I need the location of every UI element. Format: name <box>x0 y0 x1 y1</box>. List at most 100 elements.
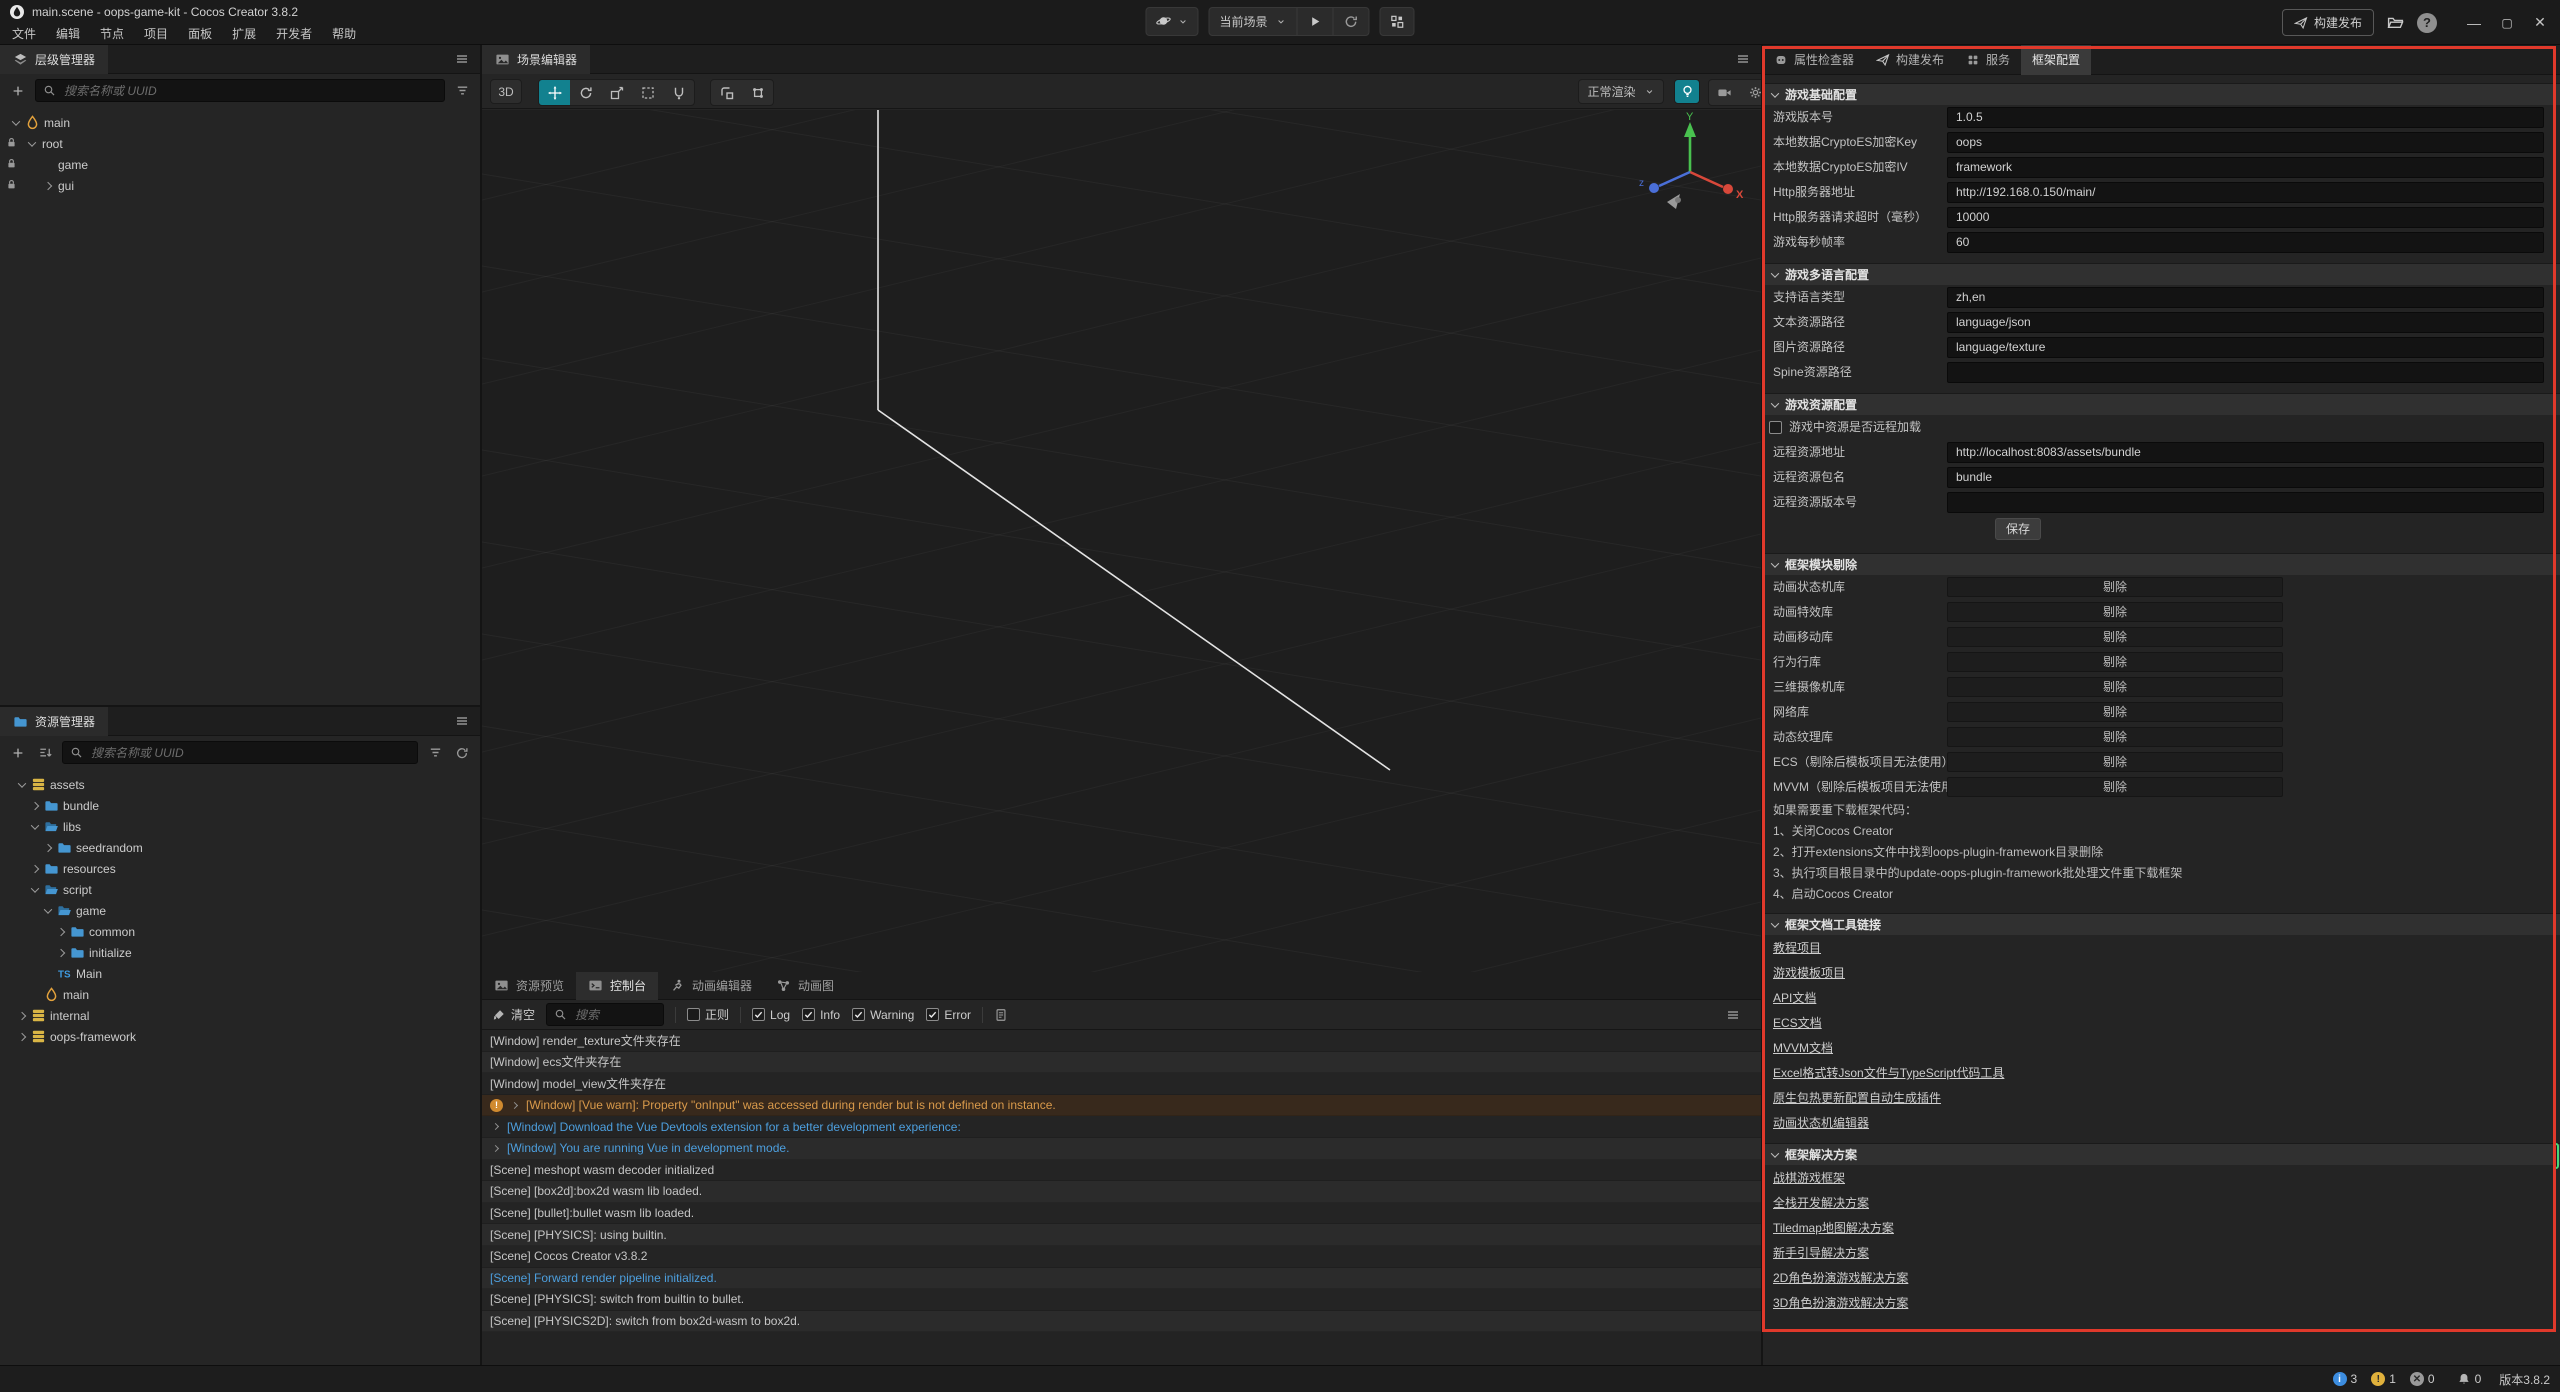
preview-platform-button[interactable] <box>1145 7 1198 36</box>
orientation-gizmo[interactable]: YXz <box>1625 110 1755 230</box>
asset-item-common[interactable]: common <box>0 921 480 942</box>
trim-module-button[interactable]: 剔除 <box>1947 702 2283 722</box>
doc-link[interactable]: 游戏模板项目 <box>1773 964 1845 981</box>
chevron-down-icon[interactable] <box>17 779 25 787</box>
menu-帮助[interactable]: 帮助 <box>322 25 366 42</box>
chevron-right-icon[interactable] <box>30 801 38 809</box>
hierarchy-item-game[interactable]: game <box>0 154 480 175</box>
trim-module-button[interactable]: 剔除 <box>1947 652 2283 672</box>
scene-editor-tab[interactable]: 场景编辑器 <box>482 45 590 74</box>
scene-camera-button[interactable] <box>1709 80 1740 105</box>
transform-tool-button[interactable] <box>663 80 694 105</box>
asset-item-main[interactable]: main <box>0 984 480 1005</box>
hierarchy-item-gui[interactable]: gui <box>0 175 480 196</box>
section-游戏多语言配置[interactable]: 游戏多语言配置 <box>1763 263 2560 285</box>
move-tool-button[interactable] <box>539 80 570 105</box>
asset-item-initialize[interactable]: initialize <box>0 942 480 963</box>
info-count-badge[interactable]: i 3 <box>2333 1372 2358 1386</box>
console-search-input[interactable] <box>573 1007 656 1023</box>
open-folder-icon[interactable] <box>2387 14 2404 31</box>
scene-menu-icon[interactable] <box>1725 51 1761 67</box>
field-value-input[interactable]: bundle <box>1947 467 2544 488</box>
create-node-button[interactable] <box>8 81 28 101</box>
chevron-right-icon[interactable] <box>56 927 64 935</box>
warning-count-badge[interactable]: ! 1 <box>2371 1372 2396 1386</box>
doc-link[interactable]: 新手引导解决方案 <box>1773 1244 1869 1261</box>
hierarchy-item-root[interactable]: root <box>0 133 480 154</box>
field-value-input[interactable] <box>1947 362 2544 383</box>
close-button[interactable]: ✕ <box>2530 14 2550 31</box>
chevron-right-icon[interactable] <box>43 843 51 851</box>
inspector-tab-属性检查器[interactable]: 属性检查器 <box>1763 45 1865 75</box>
field-value-input[interactable]: 60 <box>1947 232 2544 253</box>
expand-chevron-icon[interactable] <box>511 1102 518 1109</box>
hierarchy-search-input[interactable] <box>62 83 437 99</box>
field-value-input[interactable]: 10000 <box>1947 207 2544 228</box>
doc-link[interactable]: 原生包热更新配置自动生成插件 <box>1773 1089 1941 1106</box>
chevron-down-icon[interactable] <box>11 117 19 125</box>
section-游戏基础配置[interactable]: 游戏基础配置 <box>1763 83 2560 105</box>
inspector-tab-构建发布[interactable]: 构建发布 <box>1865 45 1955 75</box>
asset-item-seedrandom[interactable]: seedrandom <box>0 837 480 858</box>
filter-log-checkbox[interactable]: Log <box>752 1008 790 1022</box>
preview-qr-button[interactable] <box>1380 7 1415 36</box>
hierarchy-search[interactable] <box>35 79 445 102</box>
hierarchy-filter-icon[interactable] <box>452 81 472 101</box>
menu-节点[interactable]: 节点 <box>90 25 134 42</box>
console-tab-资源预览[interactable]: 资源预览 <box>482 972 576 1000</box>
notification-badge[interactable]: 0 <box>2457 1372 2482 1386</box>
asset-item-internal[interactable]: internal <box>0 1005 480 1026</box>
field-value-input[interactable]: zh,en <box>1947 287 2544 308</box>
expand-chevron-icon[interactable] <box>492 1123 499 1130</box>
hierarchy-tab[interactable]: 层级管理器 <box>0 45 108 74</box>
console-search[interactable] <box>546 1003 664 1026</box>
menu-文件[interactable]: 文件 <box>2 25 46 42</box>
filter-error-checkbox[interactable]: Error <box>926 1008 971 1022</box>
render-mode-select[interactable]: 正常渲染 <box>1578 79 1664 104</box>
section-框架文档工具链接[interactable]: 框架文档工具链接 <box>1763 913 2560 935</box>
doc-link[interactable]: 教程项目 <box>1773 939 1821 956</box>
minimize-button[interactable]: — <box>2464 15 2484 31</box>
assets-tab[interactable]: 资源管理器 <box>0 707 108 736</box>
console-tab-动画图[interactable]: 动画图 <box>764 972 846 1000</box>
console-menu-icon[interactable] <box>1715 1007 1751 1023</box>
build-publish-button[interactable]: 构建发布 <box>2282 9 2374 36</box>
assets-search-input[interactable] <box>89 745 410 761</box>
rotate-tool-button[interactable] <box>570 80 601 105</box>
clear-console-button[interactable]: 清空 <box>492 1006 535 1023</box>
chevron-down-icon[interactable] <box>27 138 35 146</box>
assets-refresh-icon[interactable] <box>452 743 472 763</box>
doc-link[interactable]: ECS文档 <box>1773 1014 1822 1031</box>
snap-rotate-button[interactable] <box>711 80 742 105</box>
field-value-input[interactable] <box>1947 492 2544 513</box>
inspector-tab-框架配置[interactable]: 框架配置 <box>2021 45 2091 75</box>
scene-viewport[interactable]: YXz <box>482 110 1761 972</box>
console-tab-动画编辑器[interactable]: 动画编辑器 <box>658 972 764 1000</box>
scrollbar-thumb[interactable] <box>2553 1143 2559 1169</box>
regex-checkbox-box[interactable] <box>687 1008 700 1021</box>
section-游戏资源配置[interactable]: 游戏资源配置 <box>1763 393 2560 415</box>
trim-module-button[interactable]: 剔除 <box>1947 602 2283 622</box>
menu-项目[interactable]: 项目 <box>134 25 178 42</box>
assets-filter-icon[interactable] <box>425 743 445 763</box>
asset-item-bundle[interactable]: bundle <box>0 795 480 816</box>
trim-module-button[interactable]: 剔除 <box>1947 627 2283 647</box>
chevron-down-icon[interactable] <box>30 884 38 892</box>
save-button[interactable]: 保存 <box>1995 518 2041 540</box>
doc-link[interactable]: Excel格式转Json文件与TypeScript代码工具 <box>1773 1064 2004 1081</box>
doc-link[interactable]: 动画状态机编辑器 <box>1773 1114 1869 1131</box>
create-asset-button[interactable] <box>8 743 28 763</box>
scene-gizmo-settings-button[interactable] <box>1740 80 1761 105</box>
log-row[interactable]: [Window] Download the Vue Devtools exten… <box>482 1116 1761 1138</box>
asset-item-oops-framework[interactable]: oops-framework <box>0 1026 480 1047</box>
section-框架解决方案[interactable]: 框架解决方案 <box>1763 1143 2560 1165</box>
assets-search[interactable] <box>62 741 418 764</box>
hierarchy-item-main[interactable]: main <box>0 112 480 133</box>
assets-menu-icon[interactable] <box>444 713 480 729</box>
field-value-input[interactable]: 1.0.5 <box>1947 107 2544 128</box>
doc-link[interactable]: API文档 <box>1773 989 1816 1006</box>
menu-扩展[interactable]: 扩展 <box>222 25 266 42</box>
snap-surface-button[interactable] <box>742 80 773 105</box>
menu-编辑[interactable]: 编辑 <box>46 25 90 42</box>
filter-info-checkbox[interactable]: Info <box>802 1008 840 1022</box>
